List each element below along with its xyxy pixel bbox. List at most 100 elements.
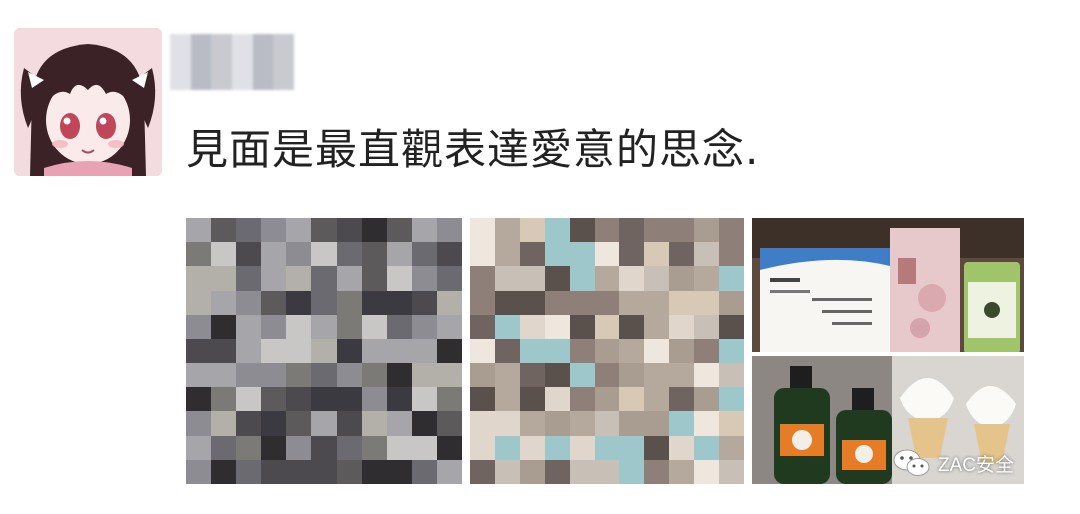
- mosaic-cell: [211, 218, 237, 243]
- mosaic-cell: [411, 266, 437, 291]
- mosaic-cell: [494, 338, 520, 364]
- pink-drink-box: [890, 228, 960, 354]
- mosaic-cell: [361, 411, 387, 436]
- mosaic-cell: [211, 411, 237, 436]
- mosaic-cell: [619, 266, 645, 291]
- mosaic-cell: [644, 218, 670, 243]
- mosaic-cell: [544, 338, 570, 364]
- mosaic-cell: [286, 314, 312, 339]
- watermark: ZAC安全: [892, 448, 1014, 478]
- mosaic-cell: [286, 363, 312, 388]
- photo-3-drinks[interactable]: [752, 218, 1024, 484]
- mosaic-cell: [336, 290, 362, 315]
- mosaic-cell: [519, 290, 545, 315]
- username-blurred[interactable]: [170, 34, 294, 90]
- mosaic-cell: [361, 314, 387, 339]
- mosaic-cell: [694, 242, 720, 267]
- mosaic-cell: [669, 363, 695, 388]
- mosaic-cell: [211, 435, 237, 460]
- mosaic-cell: [211, 242, 237, 267]
- user-avatar[interactable]: [14, 28, 162, 176]
- mosaic-cell: [436, 411, 462, 436]
- mosaic-cell: [336, 411, 362, 436]
- mosaic-cell: [619, 363, 645, 388]
- mosaic-cell: [311, 387, 337, 412]
- mosaic-cell: [186, 387, 212, 412]
- mosaic-cell: [186, 363, 212, 388]
- mosaic-cell: [619, 314, 645, 339]
- mosaic-cell: [361, 290, 387, 315]
- mosaic-cell: [436, 387, 462, 412]
- mosaic-cell: [336, 387, 362, 412]
- mosaic-cell: [186, 266, 212, 291]
- mosaic-cell: [386, 218, 412, 243]
- anime-girl-avatar-image: [14, 28, 162, 176]
- mosaic-cell: [694, 218, 720, 243]
- mosaic-cell: [719, 387, 744, 412]
- mosaic-cell: [361, 459, 387, 484]
- mosaic-cell: [669, 459, 695, 484]
- post-text: 見面是最直觀表達愛意的思念.: [186, 125, 760, 174]
- mosaic-cell: [411, 411, 437, 436]
- mosaic-cell: [494, 290, 520, 315]
- mosaic-cell: [386, 435, 412, 460]
- mosaic-cell: [261, 435, 287, 460]
- mosaic-cell: [436, 363, 462, 388]
- mosaic-cell: [436, 266, 462, 291]
- mosaic-cell: [594, 218, 620, 243]
- mosaic-cell: [569, 387, 595, 412]
- mosaic-cell: [186, 314, 212, 339]
- mosaic-cell: [644, 266, 670, 291]
- mosaic-cell: [594, 435, 620, 460]
- mosaic-cell: [211, 363, 237, 388]
- milk-carton: [760, 248, 890, 354]
- mosaic-cell: [236, 363, 262, 388]
- mosaic-cell: [286, 218, 312, 243]
- mosaic-cell: [411, 387, 437, 412]
- mosaic-cell: [694, 459, 720, 484]
- mosaic-cell: [411, 242, 437, 267]
- mosaic-cell: [336, 459, 362, 484]
- mosaic-cell: [336, 338, 362, 364]
- mosaic-cell: [544, 363, 570, 388]
- mosaic-cell: [494, 266, 520, 291]
- mosaic-cell: [644, 459, 670, 484]
- mosaic-cell: [544, 387, 570, 412]
- mosaic-cell: [361, 387, 387, 412]
- mosaic-cell: [261, 459, 287, 484]
- mosaic-cell: [544, 459, 570, 484]
- mosaic-cell: [669, 314, 695, 339]
- mosaic-cell: [470, 338, 495, 364]
- photo-1-blurred[interactable]: [186, 218, 462, 484]
- mosaic-cell: [644, 387, 670, 412]
- mosaic-cell: [470, 266, 495, 291]
- mosaic-cell: [286, 266, 312, 291]
- mosaic-cell: [211, 314, 237, 339]
- mosaic-cell: [186, 411, 212, 436]
- mosaic-cell: [619, 242, 645, 267]
- mosaic-cell: [569, 242, 595, 267]
- mosaic-cell: [336, 314, 362, 339]
- mosaic-cell: [236, 387, 262, 412]
- mosaic-cell: [436, 290, 462, 315]
- mosaic-cell: [236, 218, 262, 243]
- mosaic-cell: [186, 459, 212, 484]
- mosaic-cell: [236, 435, 262, 460]
- mosaic-cell: [286, 411, 312, 436]
- mosaic-cell: [336, 363, 362, 388]
- mosaic-cell: [494, 435, 520, 460]
- mosaic-cell: [470, 363, 495, 388]
- mosaic-cell: [569, 218, 595, 243]
- mosaic-cell: [286, 242, 312, 267]
- mosaic-cell: [236, 459, 262, 484]
- mosaic-cell: [261, 266, 287, 291]
- mosaic-cell: [361, 338, 387, 364]
- photo-2-blurred[interactable]: [470, 218, 744, 484]
- mosaic-cell: [494, 218, 520, 243]
- mosaic-cell: [386, 242, 412, 267]
- mosaic-cell: [211, 387, 237, 412]
- mosaic-cell: [569, 266, 595, 291]
- mosaic-cell: [519, 459, 545, 484]
- mosaic-cell: [261, 290, 287, 315]
- mosaic-cell: [186, 435, 212, 460]
